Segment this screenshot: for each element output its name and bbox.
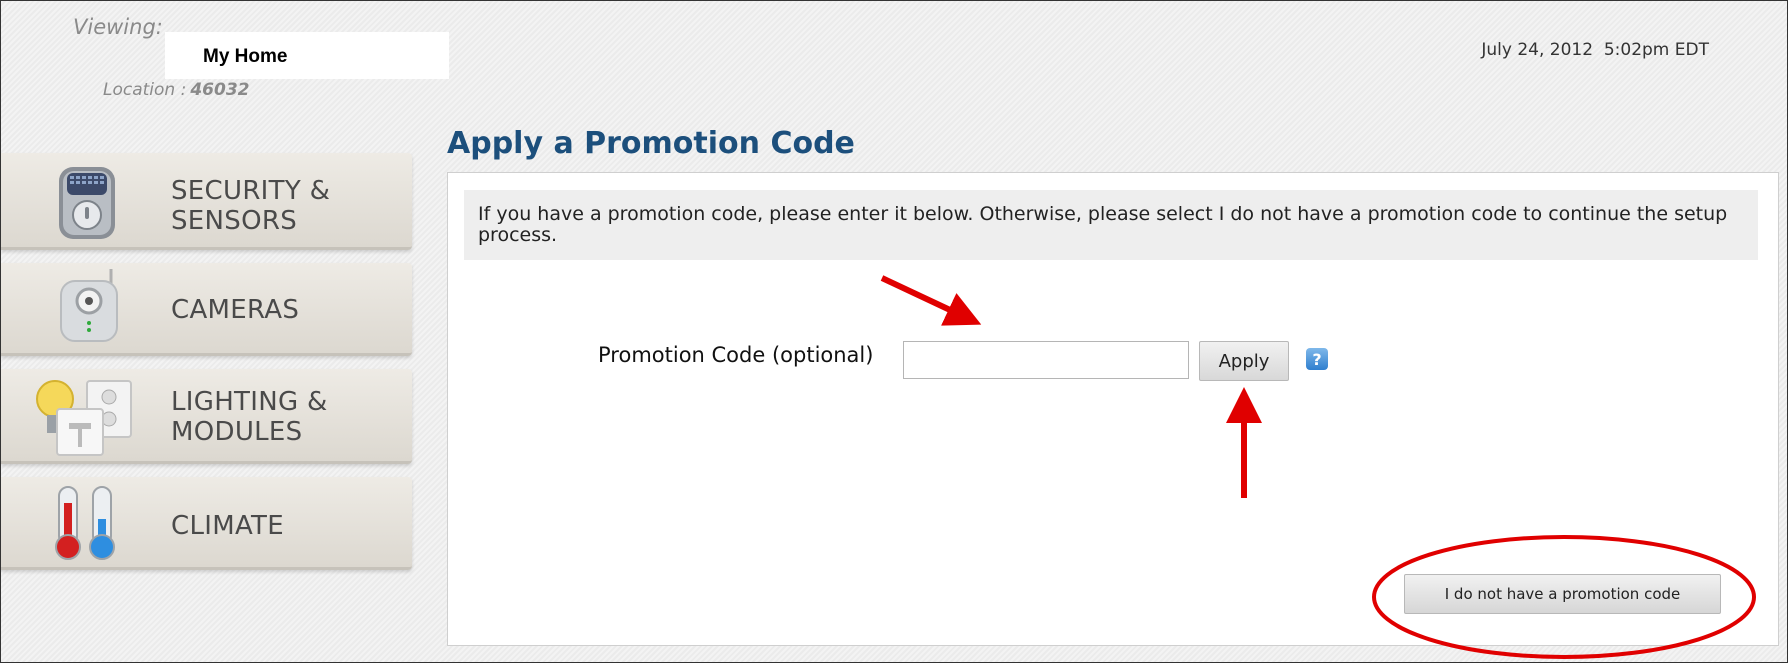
- thermometer-icon: [55, 486, 115, 560]
- location-info: Location :46032: [103, 80, 250, 100]
- page-title: Apply a Promotion Code: [447, 126, 855, 161]
- app-window: Viewing: My Home Location :46032 July 24…: [0, 0, 1788, 663]
- location-value: 46032: [190, 80, 250, 100]
- viewing-label: Viewing:: [73, 15, 163, 39]
- date-time: July 24, 2012 5:02pm EDT: [1481, 40, 1709, 60]
- sidebar-item-label: SECURITY &: [171, 176, 331, 206]
- sidebar-item-label: MODULES: [171, 417, 303, 447]
- lighting-modules-icon: [36, 380, 132, 456]
- home-name: My Home: [203, 46, 288, 67]
- camera-icon: [60, 269, 118, 342]
- location-label: Location :: [103, 80, 187, 100]
- help-icon[interactable]: ?: [1306, 348, 1328, 370]
- sidebar-item-cameras[interactable]: CAMERAS: [1, 263, 412, 356]
- sidebar-item-security[interactable]: SECURITY & SENSORS: [1, 153, 412, 250]
- sidebar-item-lighting[interactable]: LIGHTING & MODULES: [1, 369, 412, 464]
- sidebar-item-climate[interactable]: CLIMATE: [1, 477, 412, 570]
- security-panel-icon: [59, 167, 115, 239]
- sidebar-item-label: CAMERAS: [171, 295, 300, 325]
- apply-button[interactable]: Apply: [1199, 341, 1289, 381]
- intro-box: If you have a promotion code, please ent…: [464, 190, 1758, 260]
- sidebar-item-label: LIGHTING &: [171, 387, 328, 417]
- promo-code-label: Promotion Code (optional): [598, 343, 874, 367]
- sidebar-item-label: CLIMATE: [171, 511, 284, 541]
- promo-code-input[interactable]: [903, 341, 1189, 379]
- intro-text: If you have a promotion code, please ent…: [478, 203, 1728, 246]
- no-promo-code-button[interactable]: I do not have a promotion code: [1404, 574, 1721, 614]
- sidebar-item-label: SENSORS: [171, 206, 298, 236]
